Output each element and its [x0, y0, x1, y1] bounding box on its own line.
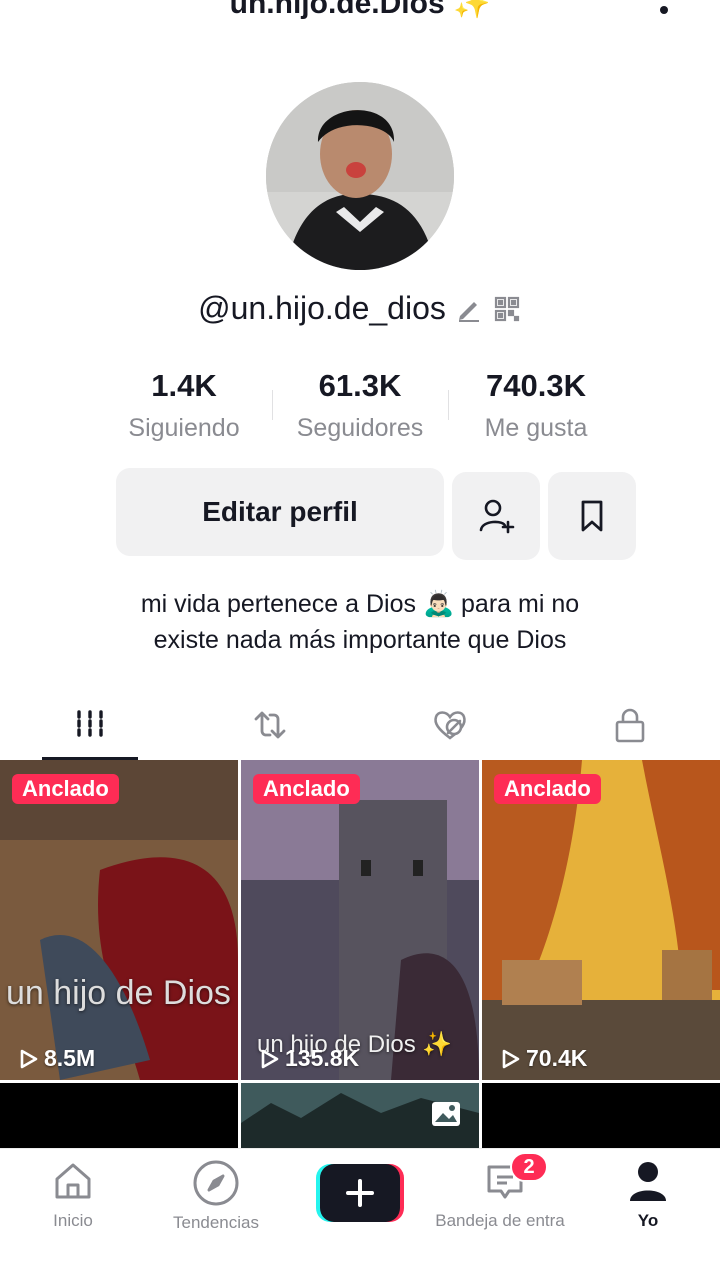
- stat-following[interactable]: 1.4K Siguiendo: [96, 368, 272, 443]
- followers-label: Seguidores: [296, 414, 424, 442]
- view-count: 135.8K: [257, 1045, 359, 1072]
- nav-profile[interactable]: Yo: [618, 1159, 678, 1231]
- bio-line: existe nada más importante que Dios: [153, 626, 567, 654]
- nav-inbox[interactable]: Bandeja de entra: [425, 1159, 585, 1231]
- view-count-value: 70.4K: [526, 1045, 588, 1071]
- video-thumbnail[interactable]: Anclado un hijo de Dios 8.5M: [0, 760, 238, 1080]
- create-button[interactable]: [316, 1164, 404, 1222]
- stat-divider: [448, 390, 449, 420]
- nav-home-label: Inicio: [53, 1211, 93, 1230]
- stat-likes[interactable]: 740.3K Me gusta: [448, 368, 624, 443]
- stat-followers[interactable]: 61.3K Seguidores: [272, 368, 448, 443]
- bookmark-icon: [581, 500, 603, 532]
- nav-profile-label: Yo: [637, 1211, 659, 1230]
- nav-discover[interactable]: Tendencias: [156, 1159, 276, 1233]
- profile-stats: 1.4K Siguiendo 61.3K Seguidores 740.3K M…: [96, 368, 624, 443]
- nav-home[interactable]: Inicio: [38, 1159, 108, 1231]
- edit-profile-button[interactable]: Editar perfil: [116, 468, 444, 556]
- add-user-icon: [479, 499, 515, 534]
- bio-line: mi vida pertenece a Dios 🙇🏻‍♂️ para mi n…: [140, 590, 580, 618]
- following-count: 1.4K: [151, 368, 217, 403]
- username: @un.hijo.de_dios: [198, 290, 446, 326]
- view-count: 8.5M: [16, 1045, 95, 1072]
- play-icon: [502, 1049, 520, 1068]
- followers-count: 61.3K: [318, 368, 402, 403]
- profile-tabs: [0, 690, 720, 760]
- lock-icon: [615, 708, 645, 743]
- video-overlay-text: un hijo de Dios: [6, 974, 231, 1012]
- view-count-value: 135.8K: [285, 1045, 360, 1071]
- repost-icon: [254, 711, 286, 739]
- avatar[interactable]: [266, 82, 454, 270]
- tab-reposts[interactable]: [180, 690, 360, 760]
- plus-icon: [346, 1179, 374, 1207]
- profile-icon: [630, 1162, 666, 1201]
- following-label: Siguiendo: [128, 414, 240, 442]
- play-icon: [20, 1049, 38, 1068]
- add-friend-button[interactable]: [452, 472, 540, 560]
- tab-liked[interactable]: [360, 690, 540, 760]
- video-grid: Anclado un hijo de Dios 8.5M Anclado un …: [0, 760, 720, 1150]
- view-count-value: 8.5M: [44, 1045, 96, 1071]
- video-thumbnail[interactable]: Anclado un hijo de Dios ✨ 135.8K: [241, 760, 479, 1080]
- pinned-badge: Anclado: [12, 774, 119, 804]
- video-thumbnail[interactable]: [241, 1083, 479, 1150]
- view-count: 70.4K: [498, 1045, 587, 1072]
- likes-label: Me gusta: [484, 414, 588, 442]
- video-thumbnail[interactable]: [482, 1083, 720, 1150]
- pinned-badge: Anclado: [494, 774, 601, 804]
- stat-divider: [272, 390, 273, 420]
- play-icon: [261, 1049, 279, 1068]
- qr-code-icon[interactable]: [492, 294, 522, 324]
- inbox-badge: 2: [510, 1152, 548, 1182]
- nav-discover-label: Tendencias: [172, 1213, 259, 1232]
- hidden-heart-icon: [434, 711, 466, 740]
- more-options-icon[interactable]: [660, 6, 668, 14]
- tab-private[interactable]: [540, 690, 720, 760]
- profile-bio: mi vida pertenece a Dios 🙇🏻‍♂️ para mi n…: [60, 586, 660, 658]
- video-thumbnail[interactable]: Anclado 70.4K: [482, 760, 720, 1080]
- video-thumbnail[interactable]: [0, 1083, 238, 1150]
- profile-header-title: un.hijo.de.Dios ✨: [229, 0, 491, 20]
- tab-videos[interactable]: [0, 690, 180, 760]
- favorites-button[interactable]: [548, 472, 636, 560]
- edit-pencil-icon[interactable]: [454, 294, 484, 324]
- likes-count: 740.3K: [486, 368, 586, 403]
- home-icon: [55, 1163, 91, 1199]
- photo-icon: [432, 1102, 460, 1126]
- grid-bars-icon: [77, 710, 103, 740]
- nav-inbox-label: Bandeja de entra: [435, 1211, 565, 1230]
- pinned-badge: Anclado: [253, 774, 360, 804]
- compass-icon: [193, 1160, 239, 1206]
